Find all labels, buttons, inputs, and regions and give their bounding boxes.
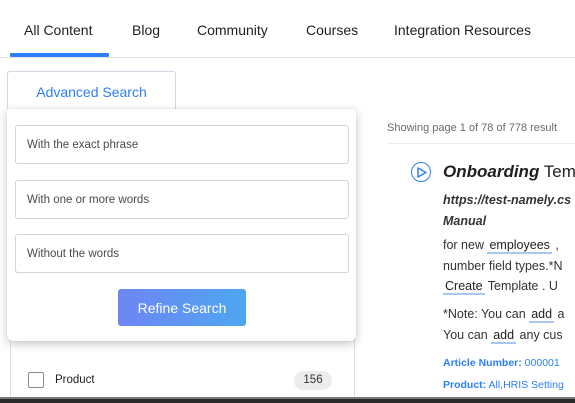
play-icon[interactable] [411, 162, 431, 182]
filter-label: Product [55, 374, 95, 386]
tab-blog[interactable]: Blog [132, 22, 160, 38]
result-category: Manual [443, 214, 487, 228]
results-count: Showing page 1 of 78 of 778 result [387, 122, 558, 134]
exact-phrase-input[interactable] [15, 125, 349, 164]
snippet-highlight: add [491, 328, 517, 344]
advanced-search-button[interactable]: Advanced Search [7, 71, 176, 112]
filter-item-product[interactable]: Product 156 [28, 370, 338, 390]
result-title-rest: Tem [539, 162, 575, 181]
tab-courses[interactable]: Courses [306, 22, 358, 38]
refine-search-button[interactable]: Refine Search [118, 289, 246, 326]
result-snippet-line: number field types.*N [443, 259, 563, 273]
content-tabs: All Content Blog Community Courses Integ… [0, 0, 575, 58]
result-snippet-line: for new employees , [443, 238, 559, 254]
advanced-search-popover: Refine Search [7, 109, 356, 341]
result-snippet-line: *Note: You can add a [443, 307, 565, 323]
tab-community[interactable]: Community [197, 22, 268, 38]
result-snippet-line: You can add any cus [443, 328, 563, 344]
result-snippet-line: Create Template . U [443, 279, 558, 295]
tab-integration-resources[interactable]: Integration Resources [394, 22, 531, 38]
snippet-highlight: Create [443, 279, 485, 295]
count-badge: 156 [294, 371, 332, 390]
product-checkbox[interactable] [28, 372, 44, 388]
tab-all-content[interactable]: All Content [24, 22, 92, 38]
product-meta: Product: All,HRIS Setting [443, 379, 564, 391]
result-title-highlight: Onboarding [443, 162, 540, 181]
without-words-input[interactable] [15, 234, 349, 273]
page: All Content Blog Community Courses Integ… [0, 0, 575, 403]
snippet-highlight: add [529, 307, 555, 323]
bottom-edge [0, 399, 575, 403]
result-title[interactable]: Onboarding Tem [443, 162, 575, 182]
active-tab-indicator [10, 53, 109, 57]
any-words-input[interactable] [15, 180, 349, 219]
article-number: Article Number: 000001 [443, 357, 560, 369]
result-url[interactable]: https://test-namely.cs [443, 193, 571, 207]
snippet-highlight: employees [487, 238, 552, 254]
